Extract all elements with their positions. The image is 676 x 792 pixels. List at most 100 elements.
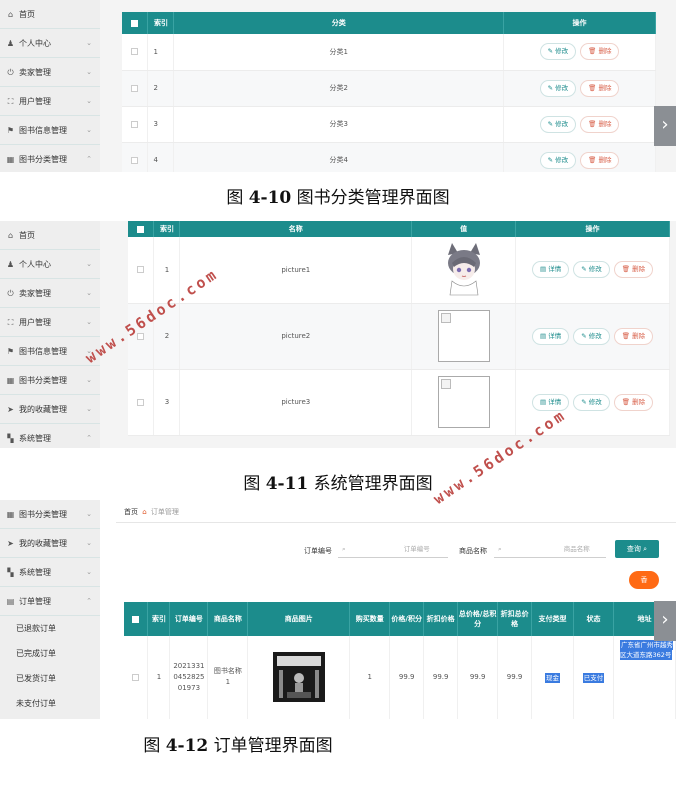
row-discount-total: 99.9 (497, 636, 533, 719)
sidebar-item-label: 卖家管理 (19, 288, 51, 298)
sidebar-item-1[interactable]: ➤ 我的收藏管理 ⌄ (0, 529, 100, 558)
row-price: 99.9 (389, 636, 425, 719)
delete-button[interactable]: 🗑 删除 (580, 115, 620, 133)
edit-icon: ✎ (547, 47, 556, 56)
trash-icon: 🗑 (621, 397, 633, 406)
broken-image-icon (437, 376, 490, 428)
select-all-checkbox[interactable] (128, 221, 155, 237)
row-status: 已支付 (573, 636, 614, 719)
sidebar-item-label: 系统管理 (19, 567, 51, 577)
row-checkbox[interactable] (122, 106, 149, 143)
col-header-name: 名称 (179, 221, 413, 237)
sidebar-subitem-2[interactable]: 已发货订单 (0, 666, 100, 691)
row-checkbox[interactable] (122, 34, 149, 71)
table-row: 2 分类2 ✎ 修改 🗑 删除 (122, 70, 656, 107)
sidebar-item-3[interactable]: ⛶ 用户管理 ⌄ (0, 87, 100, 116)
sidebar-subitem-0[interactable]: 已退款订单 (0, 616, 100, 641)
sidebar-item-label: 卖家管理 (19, 67, 51, 77)
row-index: 1 (147, 636, 171, 719)
search-icon: ⌕ (643, 545, 648, 553)
chevron-down-icon: ⌄ (86, 289, 92, 297)
delete-button[interactable]: 🗑 删除 (613, 327, 654, 345)
delete-button[interactable]: 🗑 删除 (580, 43, 620, 61)
edit-button[interactable]: ✎ 修改 (573, 261, 610, 279)
sidebar-item-0[interactable]: ⌂ 首页 (0, 221, 100, 250)
breadcrumb-home[interactable]: 首页 (124, 508, 138, 516)
sidebar-item-5[interactable]: ▦ 图书分类管理 ⌃ (0, 145, 100, 172)
row-value (411, 369, 517, 436)
calendar-icon: ▦ (6, 375, 15, 385)
product-name-input[interactable]: ⌕ 商品名称 (494, 541, 606, 558)
fig11-sidebar: ⌂ 首页 ♟ 个人中心 ⌄ ⏻ 卖家管理 ⌄ ⛶ 用户管理 ⌄ ⚑ 图书信息管理 ⌄ ▦ 图书分类管理 ⌄ ➤ 我的… (0, 221, 100, 448)
delete-button[interactable]: 🗑 删除 (580, 79, 620, 97)
delete-button[interactable]: 🗑 删除 (613, 393, 654, 411)
delete-button[interactable]: 🗑 删除 (580, 151, 620, 169)
sidebar-item-3[interactable]: ▤ 订单管理 ⌃ (0, 587, 100, 616)
row-checkbox[interactable] (128, 369, 155, 436)
order-no-input[interactable]: ⌕ 订单编号 (338, 541, 448, 558)
sidebar-subitem-3[interactable]: 未支付订单 (0, 691, 100, 716)
edit-button[interactable]: ✎ 修改 (573, 393, 610, 411)
delete-button[interactable]: 🗑 删除 (613, 261, 654, 279)
row-checkbox[interactable] (128, 237, 155, 304)
sidebar-item-7[interactable]: ▚ 系统管理 ⌃ (0, 424, 100, 448)
chevron-down-icon: ⌄ (86, 510, 92, 518)
table-row: 1 20213310452825 01973 图书名称1 1 99.9 99.9… (124, 636, 676, 719)
chevron-down-icon: ⌄ (86, 539, 92, 547)
row-name: picture3 (179, 369, 413, 436)
row-category: 分类2 (173, 70, 505, 107)
edit-button[interactable]: ✎ 修改 (539, 43, 577, 61)
sidebar-item-1[interactable]: ♟ 个人中心 ⌄ (0, 250, 100, 279)
row-checkbox[interactable] (122, 142, 149, 172)
select-all-checkbox[interactable] (122, 12, 149, 34)
select-all-checkbox[interactable] (124, 602, 149, 636)
row-checkbox[interactable] (124, 636, 149, 719)
col-header-quantity: 购买数量 (349, 602, 391, 636)
chevron-down-icon: ⌄ (86, 376, 92, 384)
sidebar-item-label: 图书分类管理 (19, 509, 67, 519)
sidebar-item-2[interactable]: ⏻ 卖家管理 ⌄ (0, 58, 100, 87)
sidebar-item-label: 我的收藏管理 (19, 404, 67, 414)
edit-button[interactable]: ✎ 修改 (573, 327, 610, 345)
home-icon: ⌂ (7, 230, 14, 240)
sidebar-item-0[interactable]: ⌂ 首页 (0, 0, 100, 29)
sidebar-item-1[interactable]: ♟ 个人中心 ⌄ (0, 29, 100, 58)
sidebar-subitem-1[interactable]: 已完成订单 (0, 641, 100, 666)
edit-button[interactable]: ✎ 修改 (539, 151, 577, 169)
row-pay-type: 现金 (531, 636, 575, 719)
user-icon: ♟ (6, 38, 15, 48)
sidebar-item-6[interactable]: ➤ 我的收藏管理 ⌄ (0, 395, 100, 424)
edit-icon: ✎ (581, 265, 589, 274)
next-arrow-icon[interactable]: › (654, 601, 676, 641)
sidebar-item-2[interactable]: ⏻ 卖家管理 ⌄ (0, 279, 100, 308)
row-checkbox[interactable] (122, 70, 149, 107)
detail-button[interactable]: ▤ 详情 (532, 327, 570, 345)
col-header-index: 索引 (153, 221, 181, 237)
query-button[interactable]: 查询 ⌕ (615, 540, 659, 558)
sidebar-item-0[interactable]: ▦ 图书分类管理 ⌄ (0, 500, 100, 529)
batch-delete-button[interactable]: 香 (629, 571, 659, 589)
detail-button[interactable]: ▤ 详情 (532, 393, 570, 411)
broken-image-icon (437, 310, 490, 362)
chevron-up-icon: ⌃ (86, 155, 92, 163)
col-header-actions: 操作 (515, 221, 670, 237)
sidebar-item-4[interactable]: ⚑ 图书信息管理 ⌄ (0, 116, 100, 145)
chevron-down-icon: ⌄ (86, 97, 92, 105)
row-index: 1 (147, 34, 175, 71)
edit-button[interactable]: ✎ 修改 (539, 79, 577, 97)
sidebar-item-label: 图书信息管理 (19, 125, 67, 135)
sidebar-item-label: 首页 (19, 230, 35, 240)
breadcrumb: 首页 ⌂ 订单管理 (124, 507, 179, 517)
sidebar-item-3[interactable]: ⛶ 用户管理 ⌄ (0, 308, 100, 337)
row-index: 3 (153, 369, 181, 436)
sidebar-item-5[interactable]: ▦ 图书分类管理 ⌄ (0, 366, 100, 395)
detail-button[interactable]: ▤ 详情 (532, 261, 570, 279)
next-arrow-icon[interactable]: › (654, 106, 676, 146)
table-row: 1 分类1 ✎ 修改 🗑 删除 (122, 34, 656, 71)
grid-icon: ▚ (7, 567, 14, 577)
col-header-index: 索引 (147, 12, 175, 34)
col-header-category: 分类 (173, 12, 505, 34)
sidebar-item-2[interactable]: ▚ 系统管理 ⌄ (0, 558, 100, 587)
edit-button[interactable]: ✎ 修改 (539, 115, 577, 133)
power-icon: ⏻ (7, 288, 14, 298)
